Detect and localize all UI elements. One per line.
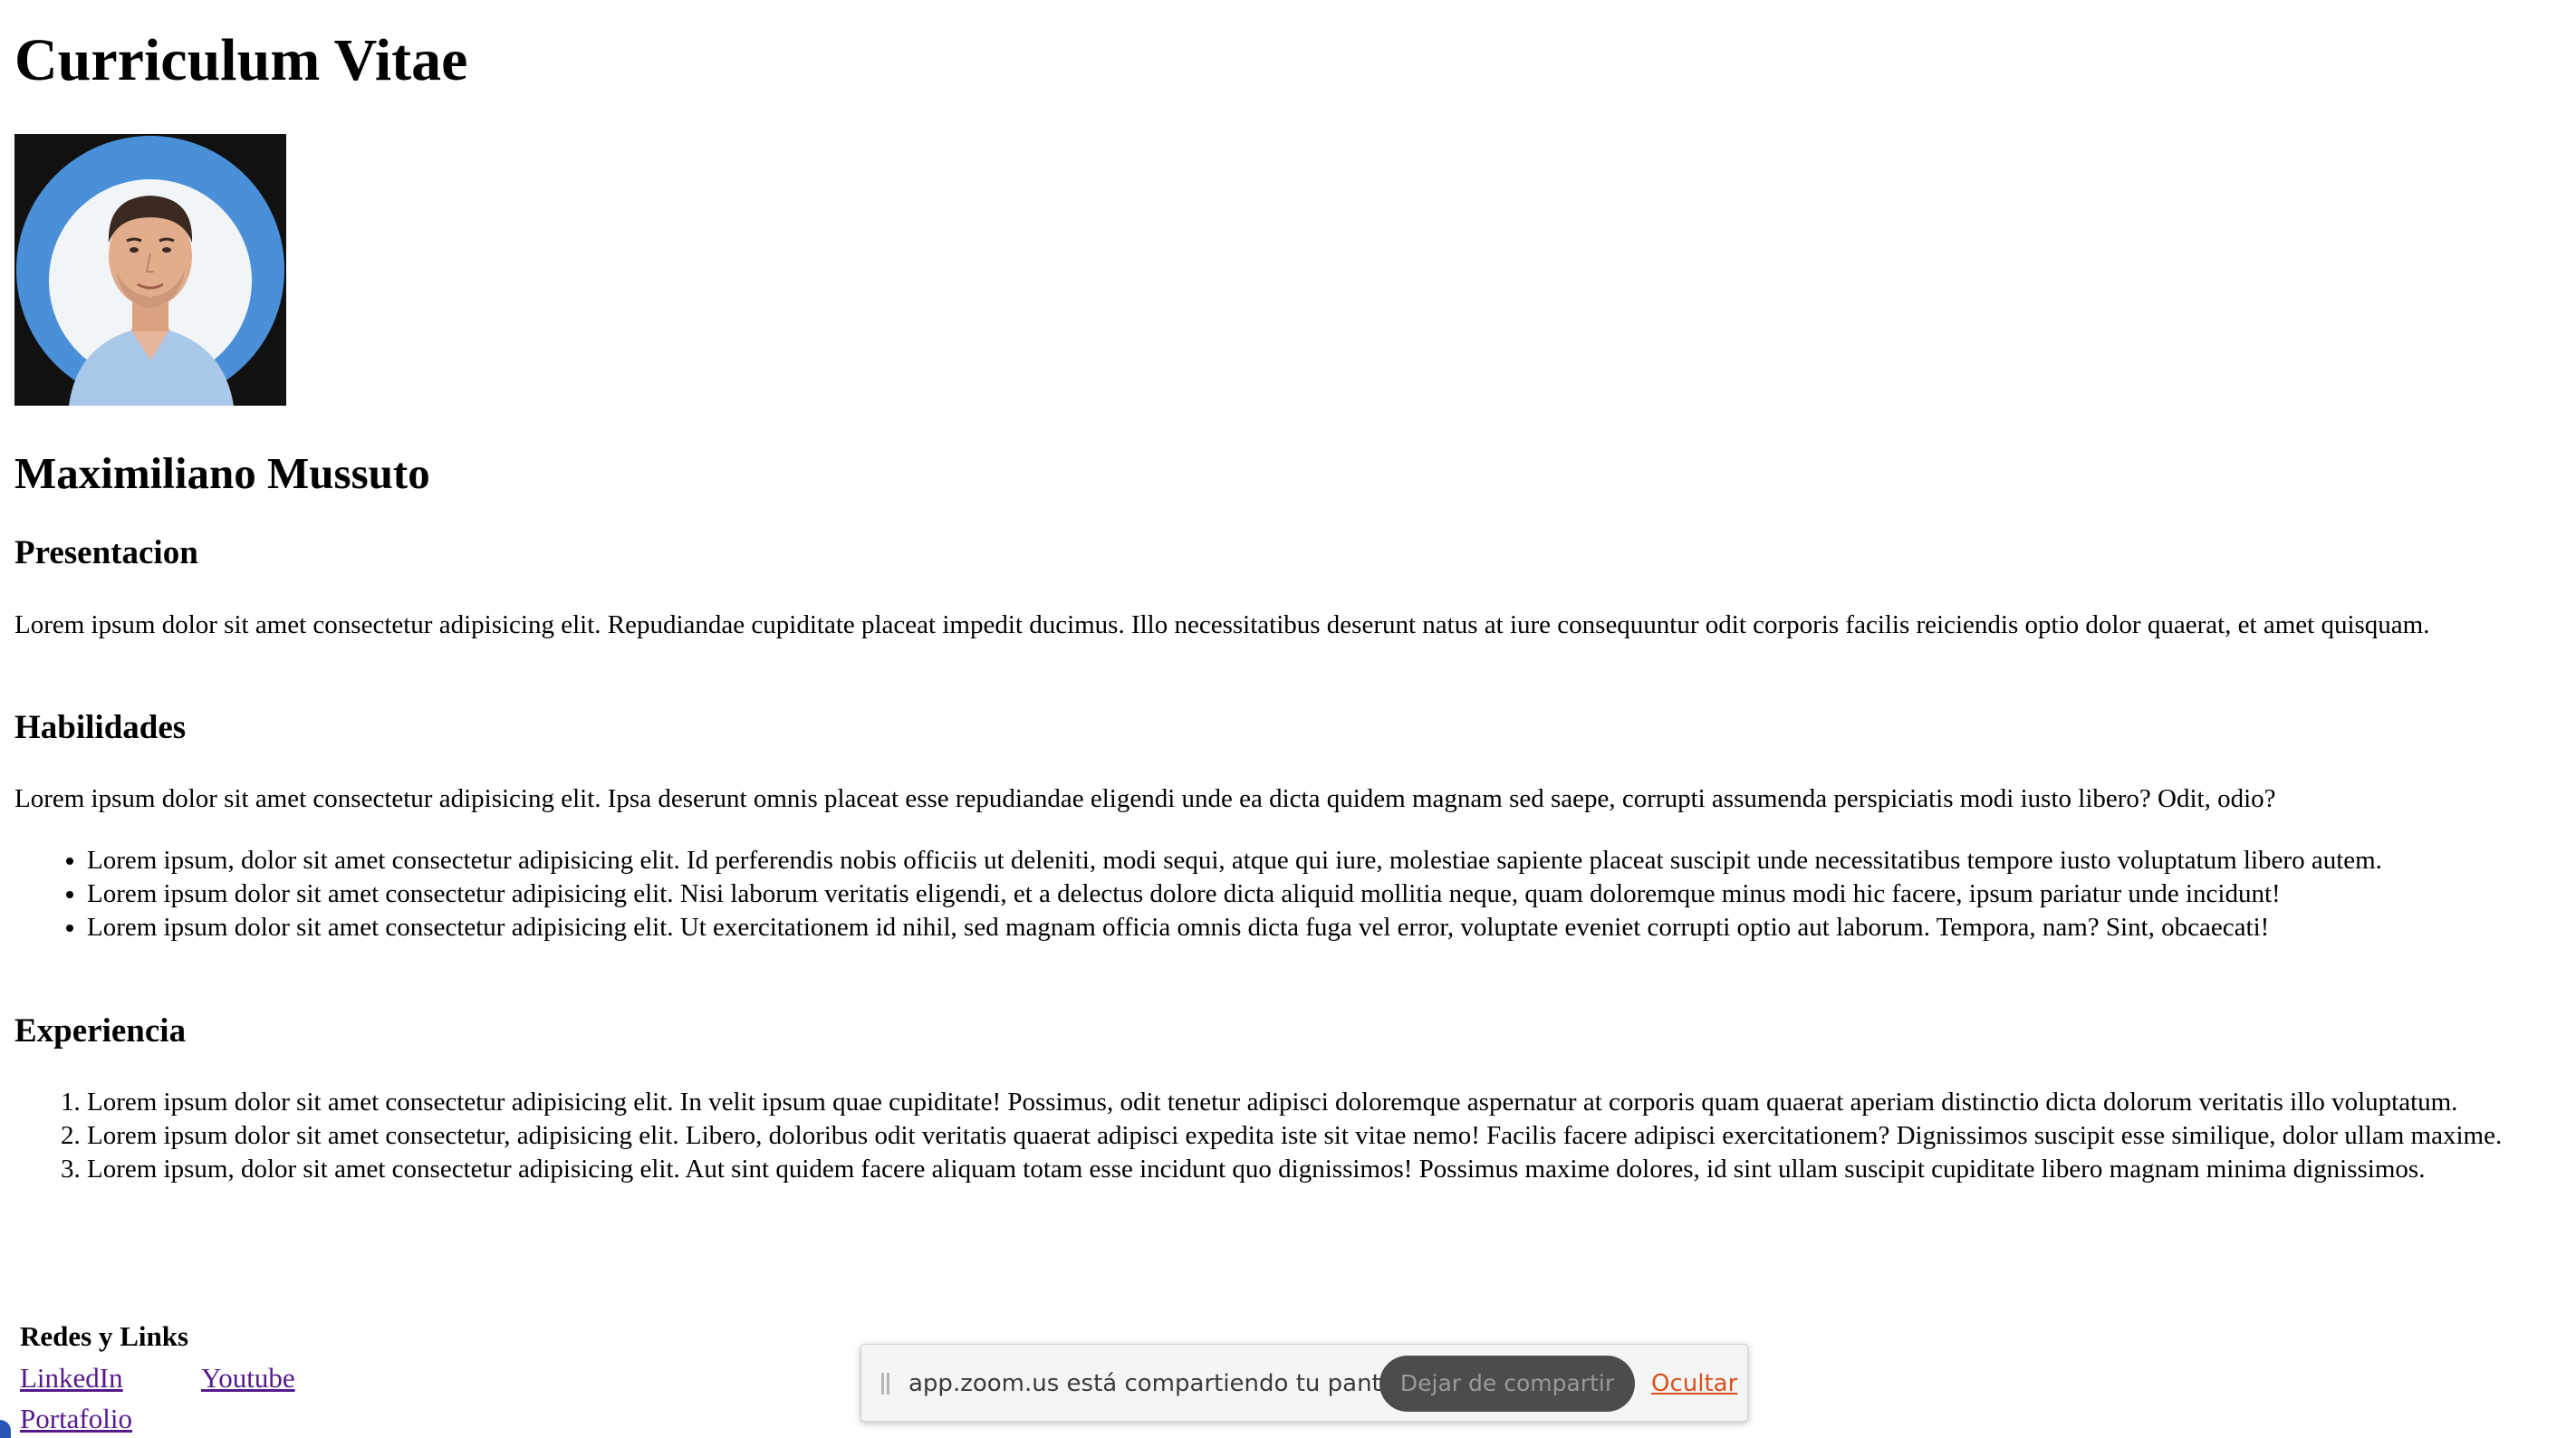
section-heading-presentacion: Presentacion — [14, 534, 198, 571]
linkedin-link[interactable]: LinkedIn — [20, 1360, 123, 1396]
habilidades-text: Lorem ipsum dolor sit amet consectetur a… — [14, 784, 2276, 813]
cv-page: Curriculum Vitae Maximiliano Mussuto Pre… — [14, 0, 2572, 1438]
person-name: Maximiliano Mussuto — [14, 448, 430, 498]
screen-share-message: app.zoom.us está compartiendo tu pantall… — [908, 1370, 1431, 1397]
portfolio-link[interactable]: Portafolio — [20, 1401, 132, 1437]
links-heading: Redes y Links — [20, 1320, 189, 1352]
profile-photo — [14, 134, 286, 406]
youtube-link[interactable]: Youtube — [201, 1360, 295, 1396]
list-item: Lorem ipsum, dolor sit amet consectetur … — [87, 1153, 2572, 1186]
screen-share-bar[interactable]: app.zoom.us está compartiendo tu pantall… — [860, 1344, 1748, 1422]
experience-list: Lorem ipsum dolor sit amet consectetur a… — [14, 1086, 2572, 1186]
list-item: Lorem ipsum dolor sit amet consectetur a… — [87, 911, 2572, 944]
stop-sharing-button[interactable]: Dejar de compartir — [1379, 1356, 1635, 1412]
list-item: Lorem ipsum dolor sit amet consectetur a… — [87, 1086, 2572, 1119]
page-title: Curriculum Vitae — [14, 27, 468, 93]
grip-icon[interactable] — [881, 1373, 890, 1395]
presentacion-text: Lorem ipsum dolor sit amet consectetur a… — [14, 610, 2430, 639]
section-heading-habilidades: Habilidades — [14, 709, 187, 746]
list-item: Lorem ipsum dolor sit amet consectetur, … — [87, 1119, 2572, 1153]
hide-button[interactable]: Ocultar — [1651, 1367, 1737, 1400]
list-item: Lorem ipsum, dolor sit amet consectetur … — [87, 844, 2572, 877]
list-item: Lorem ipsum dolor sit amet consectetur a… — [87, 877, 2572, 911]
avatar-photo-icon — [14, 134, 286, 406]
skills-list: Lorem ipsum, dolor sit amet consectetur … — [14, 844, 2572, 944]
corner-indicator — [0, 1420, 11, 1438]
section-heading-experiencia: Experiencia — [14, 1012, 187, 1050]
